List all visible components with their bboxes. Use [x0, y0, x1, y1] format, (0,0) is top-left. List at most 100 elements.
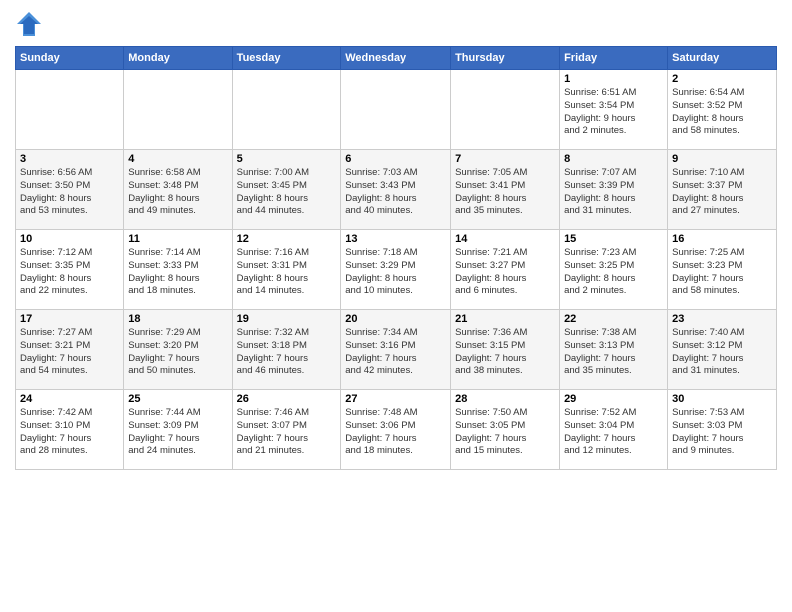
day-info: Sunrise: 7:46 AM Sunset: 3:07 PM Dayligh… — [237, 407, 337, 458]
calendar-week-row: 10 Sunrise: 7:12 AM Sunset: 3:35 PM Dayli… — [16, 230, 777, 310]
day-number: 23 — [672, 313, 772, 325]
day-number: 8 — [564, 153, 663, 165]
weekday-header: Sunday — [16, 47, 124, 70]
day-info: Sunrise: 7:23 AM Sunset: 3:25 PM Dayligh… — [564, 247, 663, 298]
calendar-cell: 8 Sunrise: 7:07 AM Sunset: 3:39 PM Daylig… — [560, 150, 668, 230]
day-number: 3 — [20, 153, 119, 165]
calendar-cell: 14 Sunrise: 7:21 AM Sunset: 3:27 PM Dayli… — [451, 230, 560, 310]
calendar-cell: 18 Sunrise: 7:29 AM Sunset: 3:20 PM Dayli… — [124, 310, 232, 390]
day-info: Sunrise: 6:56 AM Sunset: 3:50 PM Dayligh… — [20, 167, 119, 218]
day-info: Sunrise: 7:44 AM Sunset: 3:09 PM Dayligh… — [128, 407, 227, 458]
calendar-week-row: 3 Sunrise: 6:56 AM Sunset: 3:50 PM Daylig… — [16, 150, 777, 230]
calendar-cell: 23Sunrise: 7:40 AM Sunset: 3:12 PM Dayli… — [668, 310, 777, 390]
calendar-cell — [341, 70, 451, 150]
day-info: Sunrise: 7:38 AM Sunset: 3:13 PM Dayligh… — [564, 327, 663, 378]
calendar-cell: 3 Sunrise: 6:56 AM Sunset: 3:50 PM Daylig… — [16, 150, 124, 230]
calendar-cell: 26 Sunrise: 7:46 AM Sunset: 3:07 PM Dayli… — [232, 390, 341, 470]
calendar-cell — [16, 70, 124, 150]
calendar-cell: 4Sunrise: 6:58 AM Sunset: 3:48 PM Daylig… — [124, 150, 232, 230]
day-number: 21 — [455, 313, 555, 325]
day-info: Sunrise: 6:51 AM Sunset: 3:54 PM Dayligh… — [564, 87, 663, 138]
day-number: 4 — [128, 153, 227, 165]
day-number: 18 — [128, 313, 227, 325]
calendar-header-row: SundayMondayTuesdayWednesdayThursdayFrid… — [16, 47, 777, 70]
header — [15, 10, 777, 38]
calendar-table: SundayMondayTuesdayWednesdayThursdayFrid… — [15, 46, 777, 470]
day-info: Sunrise: 7:05 AM Sunset: 3:41 PM Dayligh… — [455, 167, 555, 218]
calendar-cell: 13 Sunrise: 7:18 AM Sunset: 3:29 PM Dayli… — [341, 230, 451, 310]
calendar-cell: 1 Sunrise: 6:51 AM Sunset: 3:54 PM Daylig… — [560, 70, 668, 150]
calendar-cell: 11Sunrise: 7:14 AM Sunset: 3:33 PM Dayli… — [124, 230, 232, 310]
weekday-header: Saturday — [668, 47, 777, 70]
day-number: 28 — [455, 393, 555, 405]
calendar-cell: 29Sunrise: 7:52 AM Sunset: 3:04 PM Dayli… — [560, 390, 668, 470]
calendar-cell — [124, 70, 232, 150]
day-number: 14 — [455, 233, 555, 245]
calendar-week-row: 17Sunrise: 7:27 AM Sunset: 3:21 PM Dayli… — [16, 310, 777, 390]
day-info: Sunrise: 6:54 AM Sunset: 3:52 PM Dayligh… — [672, 87, 772, 138]
day-info: Sunrise: 7:10 AM Sunset: 3:37 PM Dayligh… — [672, 167, 772, 218]
day-number: 1 — [564, 73, 663, 85]
calendar-cell: 16 Sunrise: 7:25 AM Sunset: 3:23 PM Dayli… — [668, 230, 777, 310]
calendar-cell: 9 Sunrise: 7:10 AM Sunset: 3:37 PM Daylig… — [668, 150, 777, 230]
calendar-cell: 17Sunrise: 7:27 AM Sunset: 3:21 PM Dayli… — [16, 310, 124, 390]
day-number: 27 — [345, 393, 446, 405]
calendar-week-row: 1 Sunrise: 6:51 AM Sunset: 3:54 PM Daylig… — [16, 70, 777, 150]
page: SundayMondayTuesdayWednesdayThursdayFrid… — [0, 0, 792, 612]
calendar-cell: 15 Sunrise: 7:23 AM Sunset: 3:25 PM Dayli… — [560, 230, 668, 310]
day-number: 5 — [237, 153, 337, 165]
weekday-header: Thursday — [451, 47, 560, 70]
day-info: Sunrise: 7:07 AM Sunset: 3:39 PM Dayligh… — [564, 167, 663, 218]
day-number: 9 — [672, 153, 772, 165]
day-number: 2 — [672, 73, 772, 85]
day-number: 12 — [237, 233, 337, 245]
day-number: 19 — [237, 313, 337, 325]
day-info: Sunrise: 7:25 AM Sunset: 3:23 PM Dayligh… — [672, 247, 772, 298]
day-number: 11 — [128, 233, 227, 245]
day-info: Sunrise: 7:53 AM Sunset: 3:03 PM Dayligh… — [672, 407, 772, 458]
day-info: Sunrise: 7:18 AM Sunset: 3:29 PM Dayligh… — [345, 247, 446, 298]
day-number: 15 — [564, 233, 663, 245]
day-number: 29 — [564, 393, 663, 405]
calendar-cell: 25Sunrise: 7:44 AM Sunset: 3:09 PM Dayli… — [124, 390, 232, 470]
day-info: Sunrise: 7:29 AM Sunset: 3:20 PM Dayligh… — [128, 327, 227, 378]
day-info: Sunrise: 7:12 AM Sunset: 3:35 PM Dayligh… — [20, 247, 119, 298]
weekday-header: Wednesday — [341, 47, 451, 70]
day-info: Sunrise: 7:03 AM Sunset: 3:43 PM Dayligh… — [345, 167, 446, 218]
day-number: 17 — [20, 313, 119, 325]
day-info: Sunrise: 7:16 AM Sunset: 3:31 PM Dayligh… — [237, 247, 337, 298]
day-number: 22 — [564, 313, 663, 325]
calendar-cell: 28 Sunrise: 7:50 AM Sunset: 3:05 PM Dayli… — [451, 390, 560, 470]
day-number: 26 — [237, 393, 337, 405]
day-info: Sunrise: 7:42 AM Sunset: 3:10 PM Dayligh… — [20, 407, 119, 458]
weekday-header: Monday — [124, 47, 232, 70]
calendar-week-row: 24 Sunrise: 7:42 AM Sunset: 3:10 PM Dayli… — [16, 390, 777, 470]
calendar-cell: 6 Sunrise: 7:03 AM Sunset: 3:43 PM Daylig… — [341, 150, 451, 230]
day-number: 6 — [345, 153, 446, 165]
calendar-cell: 12 Sunrise: 7:16 AM Sunset: 3:31 PM Dayli… — [232, 230, 341, 310]
weekday-header: Friday — [560, 47, 668, 70]
logo-icon — [15, 10, 43, 38]
day-number: 24 — [20, 393, 119, 405]
day-info: Sunrise: 7:36 AM Sunset: 3:15 PM Dayligh… — [455, 327, 555, 378]
day-info: Sunrise: 7:00 AM Sunset: 3:45 PM Dayligh… — [237, 167, 337, 218]
calendar-cell: 22 Sunrise: 7:38 AM Sunset: 3:13 PM Dayli… — [560, 310, 668, 390]
day-number: 7 — [455, 153, 555, 165]
day-info: Sunrise: 7:21 AM Sunset: 3:27 PM Dayligh… — [455, 247, 555, 298]
calendar-cell: 20 Sunrise: 7:34 AM Sunset: 3:16 PM Dayli… — [341, 310, 451, 390]
day-number: 10 — [20, 233, 119, 245]
day-info: Sunrise: 7:34 AM Sunset: 3:16 PM Dayligh… — [345, 327, 446, 378]
calendar-cell: 5 Sunrise: 7:00 AM Sunset: 3:45 PM Daylig… — [232, 150, 341, 230]
calendar-cell: 10 Sunrise: 7:12 AM Sunset: 3:35 PM Dayli… — [16, 230, 124, 310]
day-info: Sunrise: 7:50 AM Sunset: 3:05 PM Dayligh… — [455, 407, 555, 458]
calendar-cell: 19 Sunrise: 7:32 AM Sunset: 3:18 PM Dayli… — [232, 310, 341, 390]
calendar-cell — [451, 70, 560, 150]
weekday-header: Tuesday — [232, 47, 341, 70]
day-number: 20 — [345, 313, 446, 325]
day-info: Sunrise: 7:32 AM Sunset: 3:18 PM Dayligh… — [237, 327, 337, 378]
day-number: 16 — [672, 233, 772, 245]
calendar-cell: 7 Sunrise: 7:05 AM Sunset: 3:41 PM Daylig… — [451, 150, 560, 230]
day-number: 13 — [345, 233, 446, 245]
calendar-cell: 24 Sunrise: 7:42 AM Sunset: 3:10 PM Dayli… — [16, 390, 124, 470]
calendar-cell — [232, 70, 341, 150]
